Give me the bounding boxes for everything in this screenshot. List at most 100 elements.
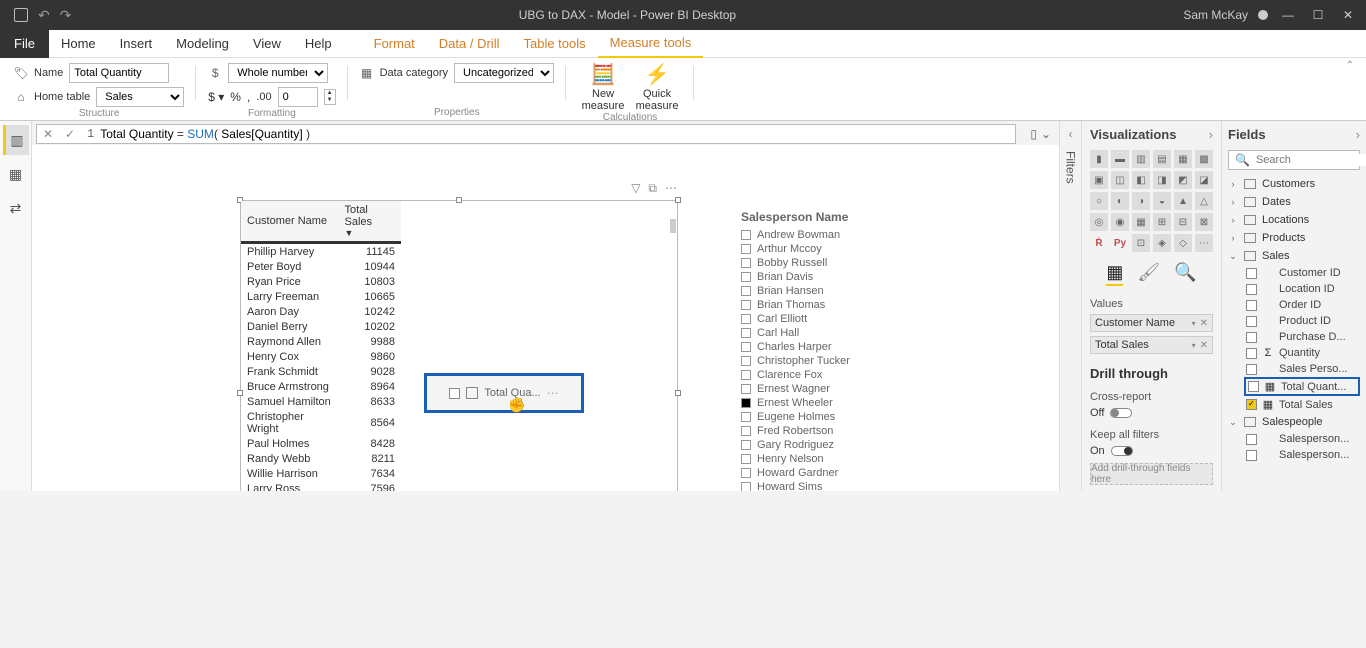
viz-type-icon[interactable]: ◉ [1111, 213, 1129, 231]
canvas-scrollbar[interactable] [1049, 145, 1057, 491]
field-checkbox[interactable] [1246, 450, 1257, 461]
viz-type-icon[interactable]: ▣ [1090, 171, 1108, 189]
checkbox-icon[interactable] [741, 454, 751, 464]
visual-focus-icon[interactable]: ⧉ [648, 181, 657, 196]
checkbox-icon[interactable] [741, 328, 751, 338]
field-checkbox[interactable] [1246, 348, 1257, 359]
currency-button[interactable]: $ ▾ [208, 90, 224, 104]
viz-type-icon[interactable]: ▲ [1174, 192, 1192, 210]
file-tab[interactable]: File [0, 30, 49, 58]
data-view-button[interactable]: ▦ [3, 159, 29, 189]
drill-drop-zone[interactable]: Add drill-through fields here [1090, 463, 1213, 485]
field-item[interactable]: ▦Total Sales [1228, 397, 1360, 412]
maximize-button[interactable]: ☐ [1308, 5, 1328, 25]
field-checkbox[interactable] [1248, 381, 1259, 392]
field-checkbox[interactable] [1246, 364, 1257, 375]
field-checkbox[interactable] [1246, 434, 1257, 445]
slicer-item[interactable]: Gary Rodriguez [741, 438, 921, 452]
chevron-down-icon[interactable]: ▾ [1192, 341, 1196, 350]
slicer-item[interactable]: Bobby Russell [741, 256, 921, 270]
viz-type-icon[interactable]: ▮ [1090, 150, 1108, 168]
viz-type-icon[interactable]: ▦ [1174, 150, 1192, 168]
field-item[interactable]: Purchase D... [1228, 330, 1360, 344]
format-tab-icon[interactable]: 🖌 [1137, 262, 1160, 286]
field-item[interactable]: Order ID [1228, 298, 1360, 312]
visual-filter-icon[interactable]: ▽ [631, 181, 640, 196]
table-row[interactable]: Christopher Wright8564 [241, 409, 401, 436]
viz-type-icon[interactable]: ▦ [1132, 213, 1150, 231]
checkbox-icon[interactable] [741, 384, 751, 394]
table-node[interactable]: ›Products [1228, 230, 1360, 246]
table-row[interactable]: Raymond Allen9988 [241, 334, 401, 349]
checkbox-icon[interactable] [741, 482, 751, 491]
tab-modeling[interactable]: Modeling [164, 30, 241, 58]
decimal-places-input[interactable] [278, 87, 318, 107]
slicer-item[interactable]: Eugene Holmes [741, 410, 921, 424]
slicer-item[interactable]: Charles Harper [741, 340, 921, 354]
well-customer-name[interactable]: Customer Name▾✕ [1090, 314, 1213, 332]
checkbox-icon[interactable] [741, 314, 751, 324]
field-item[interactable]: Sales Perso... [1228, 362, 1360, 376]
undo-icon[interactable]: ↶ [38, 7, 50, 24]
checkbox-icon[interactable] [741, 258, 751, 268]
model-view-button[interactable]: ⇄ [3, 193, 29, 223]
remove-field-icon[interactable]: ✕ [1200, 340, 1208, 351]
viz-type-icon[interactable]: ⋯ [1195, 234, 1213, 252]
fields-pane-collapse[interactable]: › [1356, 127, 1360, 142]
checkbox-icon[interactable] [741, 300, 751, 310]
keep-filters-toggle[interactable] [1111, 446, 1133, 456]
field-drag-chip[interactable]: Total Qua... ⋯ [424, 373, 584, 413]
viz-type-icon[interactable]: ◇ [1174, 234, 1192, 252]
table-row[interactable]: Henry Cox9860 [241, 349, 401, 364]
column-header-customer[interactable]: Customer Name [241, 201, 339, 243]
table-row[interactable]: Samuel Hamilton8633 [241, 394, 401, 409]
tab-insert[interactable]: Insert [108, 30, 165, 58]
slicer-item[interactable]: Christopher Tucker [741, 354, 921, 368]
tab-table-tools[interactable]: Table tools [511, 30, 597, 58]
filters-expand-icon[interactable]: ‹ [1069, 127, 1073, 141]
field-item[interactable]: Customer ID [1228, 266, 1360, 280]
table-node[interactable]: ⌄Sales [1228, 248, 1360, 264]
field-item[interactable]: Salesperson... [1228, 448, 1360, 462]
table-row[interactable]: Larry Freeman10665 [241, 289, 401, 304]
well-total-sales[interactable]: Total Sales▾✕ [1090, 336, 1213, 354]
formula-dropdown-button[interactable]: ⌄ [1041, 127, 1051, 141]
slicer-item[interactable]: Howard Sims [741, 480, 921, 491]
viz-type-icon[interactable]: ◨ [1153, 171, 1171, 189]
field-checkbox[interactable] [1246, 332, 1257, 343]
checkbox-icon[interactable] [741, 286, 751, 296]
slicer-item[interactable]: Fred Robertson [741, 424, 921, 438]
username-label[interactable]: Sam McKay [1183, 8, 1248, 22]
slicer-item[interactable]: Howard Gardner [741, 466, 921, 480]
fields-search[interactable]: 🔍 [1228, 150, 1360, 170]
table-row[interactable]: Bruce Armstrong8964 [241, 379, 401, 394]
percent-button[interactable]: % [230, 90, 241, 104]
quick-measure-button[interactable]: ⚡ Quick measure [632, 62, 682, 112]
scrollbar-thumb[interactable] [670, 219, 676, 233]
slicer-item[interactable]: Carl Hall [741, 326, 921, 340]
table-row[interactable]: Daniel Berry10202 [241, 319, 401, 334]
search-input[interactable] [1256, 154, 1366, 166]
table-row[interactable]: Peter Boyd10944 [241, 259, 401, 274]
viz-type-icon[interactable]: ⊞ [1153, 213, 1171, 231]
report-view-button[interactable]: ▥ [3, 125, 29, 155]
field-checkbox[interactable] [1246, 268, 1257, 279]
field-item[interactable]: ΣQuantity [1228, 346, 1360, 360]
table-row[interactable]: Willie Harrison7634 [241, 466, 401, 481]
viz-type-icon[interactable]: ⊡ [1132, 234, 1150, 252]
field-item[interactable]: Product ID [1228, 314, 1360, 328]
viz-type-icon[interactable]: ◐ [1111, 192, 1129, 210]
fields-tab-icon[interactable]: ▦ [1106, 262, 1123, 286]
redo-icon[interactable]: ↷ [60, 7, 72, 24]
column-header-total-sales[interactable]: Total Sales▼ [339, 201, 401, 243]
table-row[interactable]: Ryan Price10803 [241, 274, 401, 289]
field-item[interactable]: Salesperson... [1228, 432, 1360, 446]
data-category-select[interactable]: Uncategorized [454, 63, 554, 83]
tab-view[interactable]: View [241, 30, 293, 58]
formula-expand-button[interactable]: ▯ [1030, 127, 1037, 141]
slicer-item[interactable]: Brian Thomas [741, 298, 921, 312]
viz-type-icon[interactable]: ▤ [1153, 150, 1171, 168]
close-button[interactable]: ✕ [1338, 5, 1358, 25]
table-node[interactable]: ›Customers [1228, 176, 1360, 192]
table-row[interactable]: Aaron Day10242 [241, 304, 401, 319]
